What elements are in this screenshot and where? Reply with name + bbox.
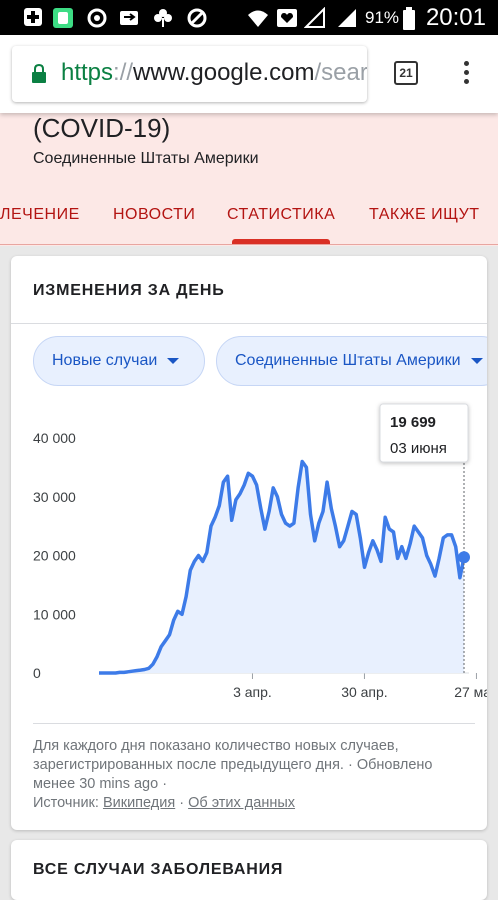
y-tick-label: 10 000 bbox=[33, 606, 76, 622]
x-axis: 3 апр. 30 апр. 27 мая bbox=[99, 672, 487, 700]
battery-percent: 91% bbox=[365, 8, 400, 27]
blocked-icon bbox=[186, 7, 208, 29]
tooltip-date: 03 июня bbox=[390, 440, 447, 457]
topic-tabs: ЛЕЧЕНИЕ НОВОСТИ СТАТИСТИКА ТАКЖЕ ИЩУТ bbox=[0, 203, 498, 243]
chevron-down-icon bbox=[470, 357, 483, 364]
browser-toolbar: https://www.google.com/sear 21 bbox=[0, 35, 498, 113]
x-tick-label: 27 мая bbox=[454, 684, 487, 700]
android-box-icon bbox=[52, 7, 74, 29]
wifi-icon bbox=[246, 7, 268, 29]
more-menu-icon[interactable] bbox=[456, 59, 476, 89]
x-tick-label: 30 апр. bbox=[341, 684, 388, 700]
address-bar[interactable]: https://www.google.com/sear bbox=[12, 46, 367, 102]
metric-filter-chip[interactable]: Новые случаи bbox=[33, 336, 205, 386]
card-footer-divider bbox=[33, 723, 475, 724]
header-divider bbox=[0, 244, 498, 245]
region-filter-chip[interactable]: Соединенные Штаты Америки bbox=[216, 336, 487, 386]
tab-people-also-search[interactable]: ТАКЖЕ ИЩУТ bbox=[369, 206, 480, 224]
url-scheme: https bbox=[61, 59, 114, 86]
tab-news[interactable]: НОВОСТИ bbox=[113, 206, 195, 224]
y-tick-label: 0 bbox=[33, 665, 41, 681]
chart-svg: 0 10 000 20 000 30 000 40 000 3 апр. 30 апр. 2… bbox=[33, 403, 487, 700]
about-data-link[interactable]: Об этих данных bbox=[188, 795, 295, 811]
chevron-down-icon bbox=[167, 357, 180, 364]
clover-icon bbox=[152, 7, 174, 29]
transfer-icon bbox=[118, 7, 140, 29]
battery-icon bbox=[398, 7, 420, 30]
y-tick-label: 20 000 bbox=[33, 548, 76, 564]
tab-statistics[interactable]: СТАТИСТИКА bbox=[227, 206, 335, 224]
url-separator: :// bbox=[113, 59, 134, 86]
hand-icon bbox=[86, 7, 108, 29]
metric-filter-label: Новые случаи bbox=[52, 352, 158, 369]
signal-icon bbox=[336, 7, 358, 29]
footnote-text: Для каждого дня показано количество новы… bbox=[33, 738, 433, 792]
tab-switcher-button[interactable]: 21 bbox=[394, 61, 418, 85]
url-path: /sear bbox=[314, 59, 367, 86]
selected-point bbox=[458, 551, 470, 564]
all-cases-card: ВСЕ СЛУЧАИ ЗАБОЛЕВАНИЯ bbox=[11, 840, 487, 900]
region-filter-label: Соединенные Штаты Америки bbox=[235, 352, 461, 369]
heart-icon bbox=[276, 7, 298, 29]
y-tick-label: 40 000 bbox=[33, 430, 76, 446]
topic-title: (COVID-19) bbox=[33, 113, 171, 143]
topic-country: Соединенные Штаты Америки bbox=[33, 150, 259, 167]
x-tick-label: 3 апр. bbox=[233, 684, 272, 700]
daily-cases-chart[interactable]: 0 10 000 20 000 30 000 40 000 3 апр. 30 апр. 2… bbox=[11, 401, 487, 721]
url-text: https://www.google.com/sear bbox=[61, 59, 367, 87]
url-host: www.google.com bbox=[133, 59, 315, 86]
y-tick-label: 30 000 bbox=[33, 489, 76, 505]
card-footnote: Для каждого дня показано количество новы… bbox=[33, 737, 473, 813]
tab-treatment[interactable]: ЛЕЧЕНИЕ bbox=[0, 206, 80, 224]
card-divider bbox=[11, 323, 487, 324]
clock: 20:01 bbox=[425, 4, 486, 31]
footnote-separator: · bbox=[179, 795, 189, 811]
chart-tooltip: 19 699 03 июня bbox=[379, 403, 469, 463]
lock-icon bbox=[31, 63, 47, 89]
tooltip-value: 19 699 bbox=[390, 414, 436, 431]
signal-empty-icon bbox=[303, 6, 326, 29]
cases-area bbox=[99, 461, 464, 673]
card-title: ИЗМЕНЕНИЯ ЗА ДЕНЬ bbox=[33, 282, 225, 299]
plus-box-icon bbox=[22, 7, 44, 29]
daily-changes-card: ИЗМЕНЕНИЯ ЗА ДЕНЬ Новые случаи Соединенн… bbox=[11, 256, 487, 830]
card-title: ВСЕ СЛУЧАИ ЗАБОЛЕВАНИЯ bbox=[33, 861, 284, 878]
status-bar: 91% 20:01 bbox=[0, 0, 498, 35]
source-label: Источник: bbox=[33, 795, 99, 811]
source-link[interactable]: Википедия bbox=[103, 795, 175, 811]
